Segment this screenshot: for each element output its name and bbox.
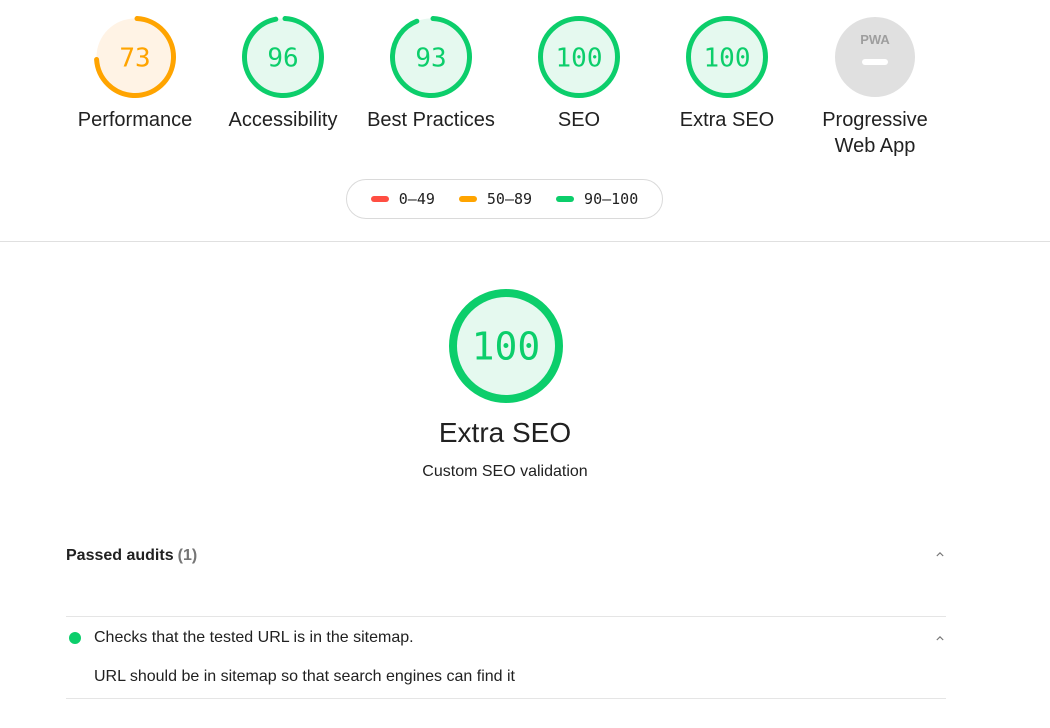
passed-audits-count: (1) <box>177 547 198 564</box>
gauge-label: Extra SEO <box>679 109 775 131</box>
gauge-best-practices-ring: 93 <box>390 16 472 98</box>
category-description: Custom SEO validation <box>422 463 588 480</box>
scores-header: 73 Performance 96 Accessibility 93 Best … <box>0 0 1050 242</box>
gauge-score: 93 <box>415 43 446 73</box>
gauge-label: Accessibility <box>228 109 338 131</box>
category-score-gauge: 100 <box>449 289 563 403</box>
passed-audits-toggle[interactable]: Passed audits (1) <box>66 544 946 568</box>
legend-range: 90–100 <box>584 190 639 208</box>
legend-range: 0–49 <box>398 190 435 208</box>
gauge-performance[interactable]: 73 Performance <box>61 0 209 159</box>
gauge-label: Performance <box>77 109 193 131</box>
gauge-seo-ring: 100 <box>538 16 620 98</box>
audit-item: Checks that the tested URL is in the sit… <box>66 616 946 699</box>
legend-fail-swatch-icon <box>370 196 389 202</box>
score-scale-legend: 0–49 50–89 90–100 <box>346 179 663 219</box>
gauge-label-line2: Web App <box>834 135 916 157</box>
gauge-seo[interactable]: 100 SEO <box>505 0 653 159</box>
gauge-score: 100 <box>472 325 541 369</box>
gauge-score: 100 <box>704 43 751 73</box>
gauge-score: 100 <box>556 43 603 73</box>
gauge-extra-seo-ring: 100 <box>686 16 768 98</box>
gauge-accessibility[interactable]: 96 Accessibility <box>209 0 357 159</box>
pwa-badge-text: PWA <box>860 32 890 47</box>
legend-item-average: 50–89 <box>458 190 533 208</box>
gauge-score: 73 <box>119 43 150 73</box>
gauge-label: Progressive Web App <box>822 107 928 159</box>
gauge-performance-ring: 73 <box>94 16 176 98</box>
gauge-pwa[interactable]: PWA Progressive Web App <box>801 0 949 159</box>
audit-title: Checks that the tested URL is in the sit… <box>94 629 414 646</box>
audit-item-toggle[interactable]: Checks that the tested URL is in the sit… <box>66 627 946 649</box>
pwa-dash-icon <box>862 59 888 65</box>
gauge-label: Best Practices <box>367 109 495 131</box>
gauge-row: 73 Performance 96 Accessibility 93 Best … <box>61 0 949 159</box>
pwa-badge-icon: PWA <box>835 17 915 97</box>
chevron-up-icon[interactable] <box>936 634 944 642</box>
gauge-extra-seo[interactable]: 100 Extra SEO <box>653 0 801 159</box>
legend-range: 50–89 <box>486 190 533 208</box>
pass-status-icon <box>69 632 81 644</box>
gauge-label: SEO <box>557 109 601 131</box>
gauge-accessibility-ring: 96 <box>242 16 324 98</box>
gauge-label-line1: Progressive <box>822 109 928 131</box>
legend-pass-swatch-icon <box>556 196 575 202</box>
legend-average-swatch-icon <box>458 196 477 202</box>
chevron-up-icon[interactable] <box>936 550 944 558</box>
gauge-score: 96 <box>267 43 298 73</box>
audit-description: URL should be in sitemap so that search … <box>94 668 515 685</box>
category-title: Extra SEO <box>438 417 572 448</box>
gauge-best-practices[interactable]: 93 Best Practices <box>357 0 505 159</box>
legend-item-pass: 90–100 <box>556 190 638 208</box>
legend-item-fail: 0–49 <box>370 190 435 208</box>
passed-audits-title: Passed audits <box>66 547 174 564</box>
